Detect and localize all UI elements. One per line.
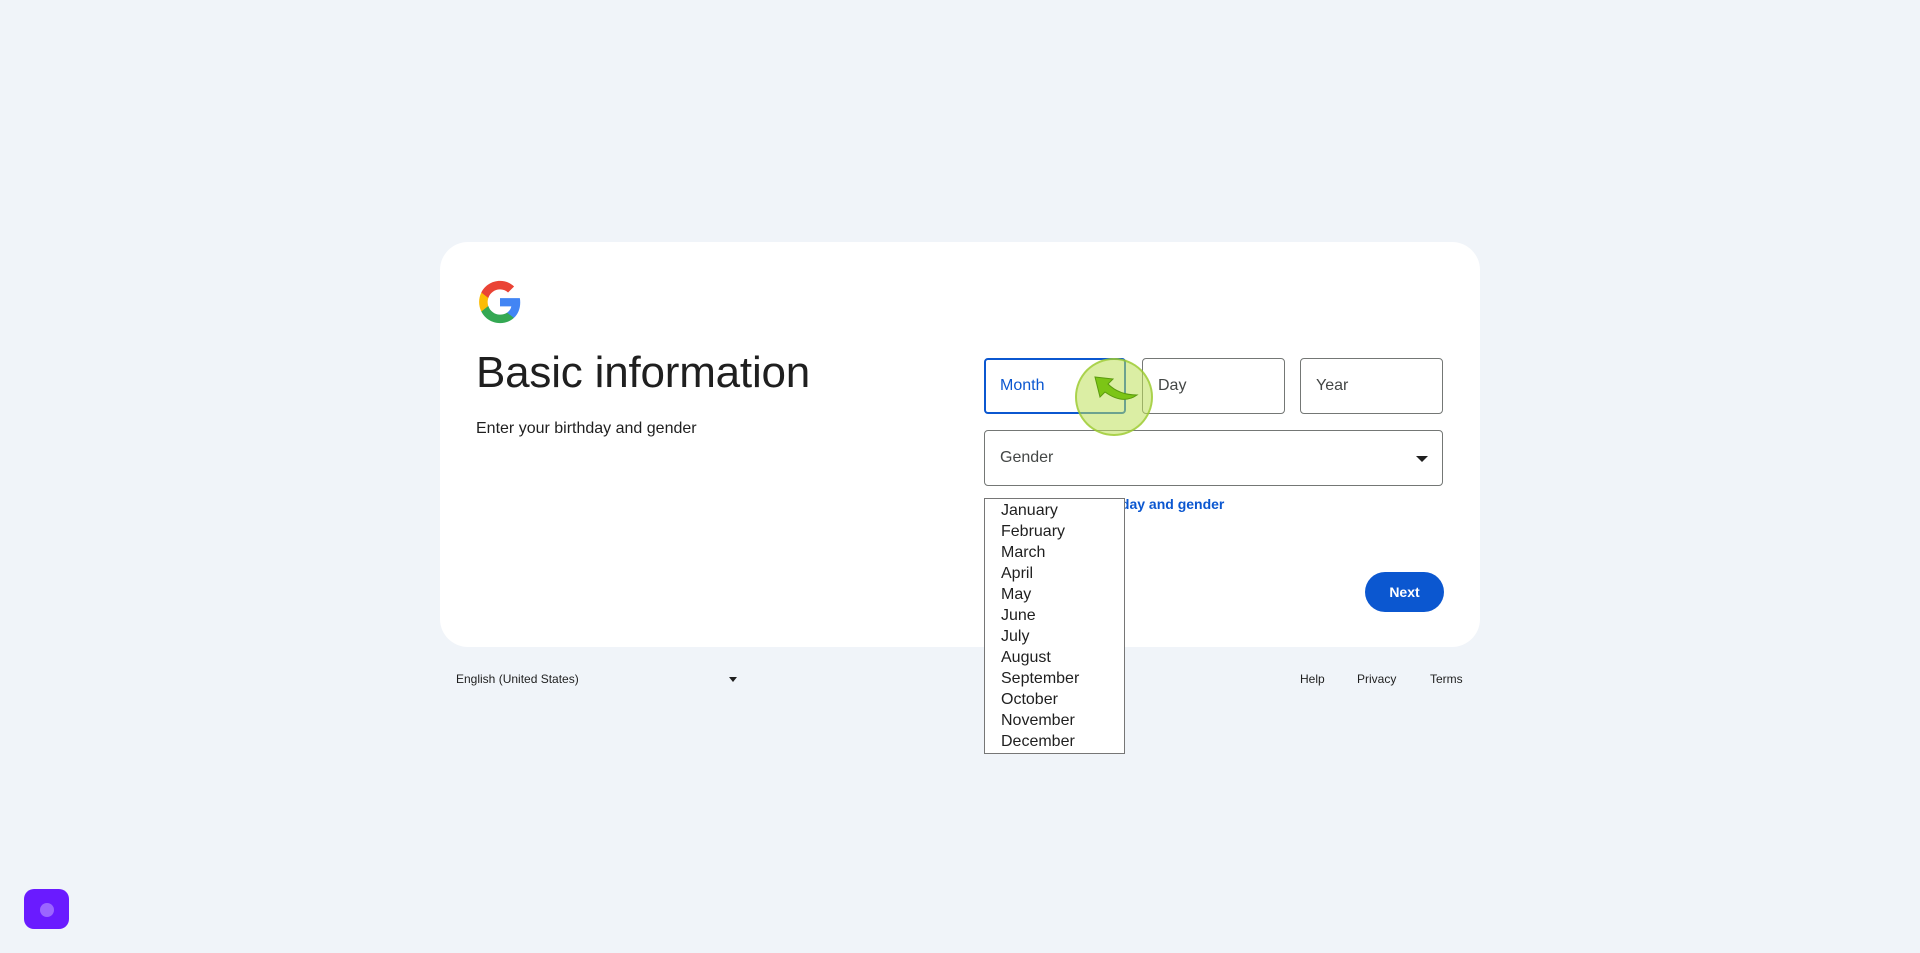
month-select-label: Month: [1000, 377, 1045, 394]
month-option-november[interactable]: November: [985, 710, 1124, 731]
language-selector[interactable]: English (United States): [456, 672, 737, 686]
chevron-down-icon: [728, 676, 737, 682]
month-option-december[interactable]: December: [985, 731, 1124, 752]
gender-select[interactable]: Gender: [984, 430, 1443, 486]
month-option-june[interactable]: June: [985, 605, 1124, 626]
cursor-arrow-icon: [1094, 376, 1139, 400]
month-option-february[interactable]: February: [985, 521, 1124, 542]
month-option-march[interactable]: March: [985, 542, 1124, 563]
terms-link[interactable]: Terms: [1430, 672, 1463, 686]
page: Basic information Enter your birthday an…: [0, 0, 1920, 953]
next-button[interactable]: Next: [1365, 572, 1444, 612]
month-dropdown-list: January February March April May June Ju…: [984, 498, 1125, 754]
signup-card: Basic information Enter your birthday an…: [440, 242, 1480, 647]
year-input-label: Year: [1316, 377, 1349, 394]
day-input-label: Day: [1158, 377, 1187, 394]
month-option-july[interactable]: July: [985, 626, 1124, 647]
google-g-logo-icon: [479, 280, 521, 324]
help-link[interactable]: Help: [1300, 672, 1325, 686]
year-input[interactable]: Year: [1300, 358, 1443, 414]
extension-dot-icon: [40, 903, 54, 917]
month-option-october[interactable]: October: [985, 689, 1124, 710]
day-input[interactable]: Day: [1142, 358, 1285, 414]
privacy-link[interactable]: Privacy: [1357, 672, 1396, 686]
dropdown-caret-icon: [1416, 456, 1428, 462]
language-label: English (United States): [456, 672, 579, 686]
page-title: Basic information: [476, 348, 811, 397]
month-option-august[interactable]: August: [985, 647, 1124, 668]
month-option-september[interactable]: September: [985, 668, 1124, 689]
month-option-may[interactable]: May: [985, 584, 1124, 605]
gender-select-label: Gender: [1000, 449, 1054, 466]
extension-button[interactable]: [24, 889, 69, 929]
month-option-april[interactable]: April: [985, 563, 1124, 584]
month-option-january[interactable]: January: [985, 500, 1124, 521]
page-subtitle: Enter your birthday and gender: [476, 420, 697, 437]
